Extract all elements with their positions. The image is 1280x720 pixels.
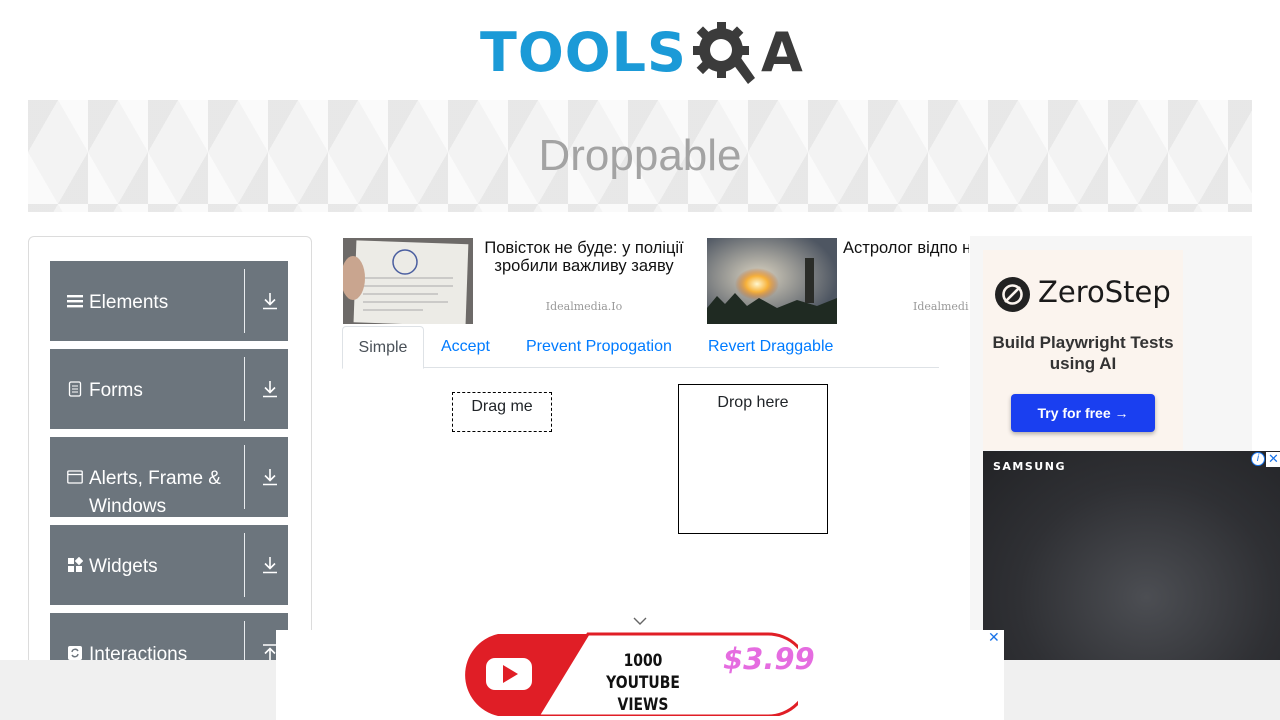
sidebar-group-forms[interactable]: Forms [50,349,288,429]
sidebar: Elements Forms Alerts, Frame & Windows W… [28,236,312,676]
download-arrow-icon[interactable] [260,291,280,311]
sidebar-group-alerts[interactable]: Alerts, Frame & Windows [50,437,288,517]
droppable-tabs: Simple Accept Prevent Propogation Revert… [342,326,939,369]
page-title: Droppable [538,131,742,180]
ad-text-line1: 1000 [623,651,663,671]
tab-simple[interactable]: Simple [342,326,424,369]
sidebar-group-label: Alerts, Frame & Windows [89,468,221,517]
toolsqa-logo[interactable]: TOOLS A [480,14,810,92]
grid-icon [67,556,84,573]
ad-thumbnail-explosion [707,238,837,324]
document-icon [67,381,83,397]
zerostep-brand: ZeroStep [1038,275,1171,309]
sidebar-group-label: Elements [89,292,169,313]
ad-source: Idealmedia [913,300,969,313]
ad-info-icon[interactable]: i [1251,452,1265,466]
download-arrow-icon[interactable] [260,467,280,487]
zerostep-tagline: Build Playwright Tests using AI [992,333,1174,373]
sidebar-group-label: Widgets [89,556,158,577]
youtube-views-ad[interactable]: 1000 YOUTUBE VIEWS $3.99 ✕ [276,630,1004,720]
ad-source: Idealmedia.Io [545,300,623,313]
page-banner: Droppable [28,100,1252,212]
download-arrow-icon[interactable] [260,379,280,399]
native-ad-card[interactable]: Повісток не буде: у поліції зробили важл… [341,238,693,327]
logo-text: TOOLS [480,21,687,84]
samsung-video-ad[interactable]: SAMSUNG i ✕ [983,451,1280,660]
ad-close-icon[interactable]: ✕ [1266,452,1280,467]
sidebar-group-widgets[interactable]: Widgets [50,525,288,605]
try-for-free-button[interactable]: Try for free → [1011,394,1155,432]
sidebar-group-label: Forms [89,380,143,401]
divider [244,357,245,421]
sidebar-group-elements[interactable]: Elements [50,261,288,341]
tab-prevent-propogation[interactable]: Prevent Propogation [526,326,672,368]
tab-accept[interactable]: Accept [441,326,490,368]
zerostep-logo-icon [995,277,1030,312]
ad-text-line2: YOUTUBE VIEWS [606,673,680,715]
native-ad-card[interactable]: Астролог відпо незабаром пол ракети та д… [707,238,969,326]
ad-price: $3.99 [723,642,815,676]
logo-suffix: A [760,21,803,84]
ad-text-block: 1000 YOUTUBE VIEWS [590,650,697,716]
download-arrow-icon[interactable] [260,555,280,575]
divider [244,533,245,597]
draggable-box[interactable]: Drag me [452,392,552,432]
refresh-icon [67,645,83,661]
hamburger-icon [67,293,83,309]
divider [244,269,245,333]
samsung-logo: SAMSUNG [993,460,1066,473]
gear-magnifier-icon [692,20,759,86]
close-icon[interactable]: ✕ [988,631,1002,645]
ad-headline: Астролог відпо незабаром пол ракети та д [843,239,969,257]
tab-revert-draggable[interactable]: Revert Draggable [708,326,833,368]
page: TOOLS A Droppable Elements Forms Alerts,… [0,0,1280,720]
divider [244,445,245,509]
droppable-target[interactable]: Drop here [678,384,828,534]
ad-thumbnail-document [341,238,473,327]
zerostep-ad[interactable]: ZeroStep Build Playwright Tests using AI… [983,250,1183,450]
window-icon [67,469,83,485]
ad-headline: Повісток не буде: у поліції зробили важл… [484,239,684,275]
chevron-down-icon[interactable] [632,614,648,626]
